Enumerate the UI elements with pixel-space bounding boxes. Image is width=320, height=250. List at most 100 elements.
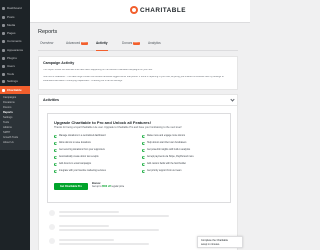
feature-label: Help donors start their own fundraisers xyxy=(147,141,187,144)
feature-label: Accept payments via Stripe, PayPal and m… xyxy=(147,155,194,158)
sidebar-item-posts[interactable]: Posts xyxy=(0,14,30,21)
submenu-item-tools[interactable]: Tools xyxy=(3,121,9,124)
bonus-suffix: regular price xyxy=(111,186,125,188)
user-icon xyxy=(2,65,5,68)
submenu-item-donations[interactable]: Donations xyxy=(3,101,15,104)
chevron-down-icon[interactable] xyxy=(230,97,235,102)
sidebar-item-pages[interactable]: Pages xyxy=(0,30,30,37)
brush-icon xyxy=(2,49,5,52)
text-placeholder xyxy=(59,229,159,231)
avatar-placeholder xyxy=(49,224,55,230)
feature-label: Manage donations in a centralized dashbo… xyxy=(59,134,106,137)
feature-item: Integrate with your favorite marketing s… xyxy=(54,169,106,173)
sidebar-item-plugins[interactable]: Plugins xyxy=(0,55,30,62)
sidebar-item-media[interactable]: Media xyxy=(0,22,30,29)
feature-item: Accept payments via Stripe, PayPal and m… xyxy=(142,155,194,159)
check-icon xyxy=(142,162,145,166)
settings-icon xyxy=(2,80,5,83)
check-icon xyxy=(54,162,57,166)
bonus-prefix: Get up to xyxy=(92,186,102,188)
tab-activity[interactable]: Activity xyxy=(96,41,108,51)
campaign-activity-description: This report shows the activities that ha… xyxy=(43,69,153,71)
media-icon xyxy=(2,24,5,27)
feature-item: Help donors start their own fundraisers xyxy=(142,141,186,145)
activities-card: Activities Upgrade Charitable to Pro and… xyxy=(38,94,238,250)
tab-advanced[interactable]: Advanced PRO xyxy=(66,41,88,50)
tab-label: Analytics xyxy=(148,41,161,45)
report-tabs: Overview Advanced PRO Activity Donors PRO … xyxy=(38,38,238,51)
page-title: Reports xyxy=(38,29,58,35)
feature-item: Automatically create donor tax receipts xyxy=(54,155,99,159)
sidebar-item-label: Settings xyxy=(7,80,18,83)
sidebar-item-users[interactable]: Users xyxy=(0,63,30,70)
feature-label: Automatically create donor tax receipts xyxy=(59,155,99,158)
submenu-item-about-us[interactable]: About Us xyxy=(3,141,14,144)
tab-donors[interactable]: Donors PRO xyxy=(122,41,140,50)
feature-item: Add custom fields with the field builder xyxy=(142,162,186,166)
dashboard-icon xyxy=(2,7,5,10)
campaign-activity-note-cont: understand activities in modifying capab… xyxy=(43,80,123,82)
tab-label: Overview xyxy=(40,41,54,45)
admin-sidebar: Dashboard Posts Media Pages Comments App… xyxy=(0,0,30,250)
sidebar-item-label: Charitable xyxy=(7,88,22,92)
tab-overview[interactable]: Overview xyxy=(40,41,53,50)
campaign-activity-title: Campaign Activity xyxy=(43,61,75,65)
feature-label: Get powerful insights with built-in anal… xyxy=(147,148,191,151)
upgrade-upsell-panel: Upgrade Charitable to Pro and Unlock all… xyxy=(47,113,231,203)
text-placeholder xyxy=(59,211,119,213)
submenu-item-reports[interactable]: Reports xyxy=(3,111,13,114)
check-icon xyxy=(54,155,57,159)
submenu-item-campaigns[interactable]: Campaigns xyxy=(3,96,16,99)
submenu-item-addons[interactable]: Addons xyxy=(3,126,12,129)
bonus-discount: $500 off xyxy=(102,186,111,188)
pro-badge: PRO xyxy=(133,42,140,45)
plugin-header: CHARITABLE xyxy=(30,0,250,23)
feature-item: Manage donations in a centralized dashbo… xyxy=(54,134,105,138)
activities-header[interactable]: Activities xyxy=(39,95,237,106)
page-icon xyxy=(2,32,5,35)
submenu-item-smtp[interactable]: SMTP xyxy=(3,131,10,134)
campaign-activity-note: How this is measured - The date range ch… xyxy=(43,76,224,78)
tab-label: Donors xyxy=(122,41,133,45)
sidebar-item-tools[interactable]: Tools xyxy=(0,71,30,78)
check-icon xyxy=(54,134,57,138)
feature-item: Get powerful insights with built-in anal… xyxy=(142,148,190,152)
brand-name: CHARITABLE xyxy=(140,7,187,14)
pro-badge: PRO xyxy=(81,42,88,45)
sidebar-item-comments[interactable]: Comments xyxy=(0,38,30,45)
setup-notice[interactable]: Complete the Charitable setup in minutes… xyxy=(197,236,243,248)
sidebar-item-appearance[interactable]: Appearance xyxy=(0,47,30,54)
bonus-offer: Get up to $500 off regular price xyxy=(92,186,124,189)
feature-label: Add donors to email campaigns xyxy=(59,162,92,165)
upsell-subtitle: Thanks for being a loyal Charitable Lite… xyxy=(54,126,182,129)
check-icon xyxy=(54,169,57,173)
feature-item: Raise more and engage more donors xyxy=(142,134,185,138)
feature-item: Add donors to email campaigns xyxy=(54,162,91,166)
tab-analytics[interactable]: Analytics xyxy=(148,41,161,50)
feature-label: Raise more and engage more donors xyxy=(147,134,186,137)
sidebar-item-settings[interactable]: Settings xyxy=(0,78,30,85)
comment-icon xyxy=(2,40,5,43)
sidebar-item-label: Plugins xyxy=(7,57,17,60)
activities-title: Activities xyxy=(43,98,59,102)
sidebar-item-label: Comments xyxy=(7,40,22,43)
avatar-placeholder xyxy=(49,238,55,244)
check-icon xyxy=(54,141,57,145)
text-placeholder xyxy=(59,225,109,227)
submenu-item-growth-tools[interactable]: Growth Tools xyxy=(3,136,18,139)
sidebar-item-label: Appearance xyxy=(7,49,24,52)
campaign-activity-card: Campaign Activity This report shows the … xyxy=(38,56,238,90)
submenu-item-settings[interactable]: Settings xyxy=(3,116,12,119)
text-placeholder xyxy=(59,239,114,241)
check-icon xyxy=(142,169,145,173)
text-placeholder xyxy=(59,243,149,245)
setup-notice-line1: Complete the Charitable xyxy=(201,239,228,242)
check-icon xyxy=(142,148,145,152)
submenu-item-donors[interactable]: Donors xyxy=(3,106,11,109)
feature-label: Get recurring donations from your suppor… xyxy=(59,148,105,151)
get-pro-button[interactable]: Get Charitable Pro xyxy=(54,183,88,190)
text-placeholder xyxy=(59,215,169,217)
sidebar-item-charitable[interactable]: Charitable xyxy=(0,86,30,94)
sidebar-item-dashboard[interactable]: Dashboard xyxy=(0,5,30,12)
check-icon xyxy=(142,141,145,145)
